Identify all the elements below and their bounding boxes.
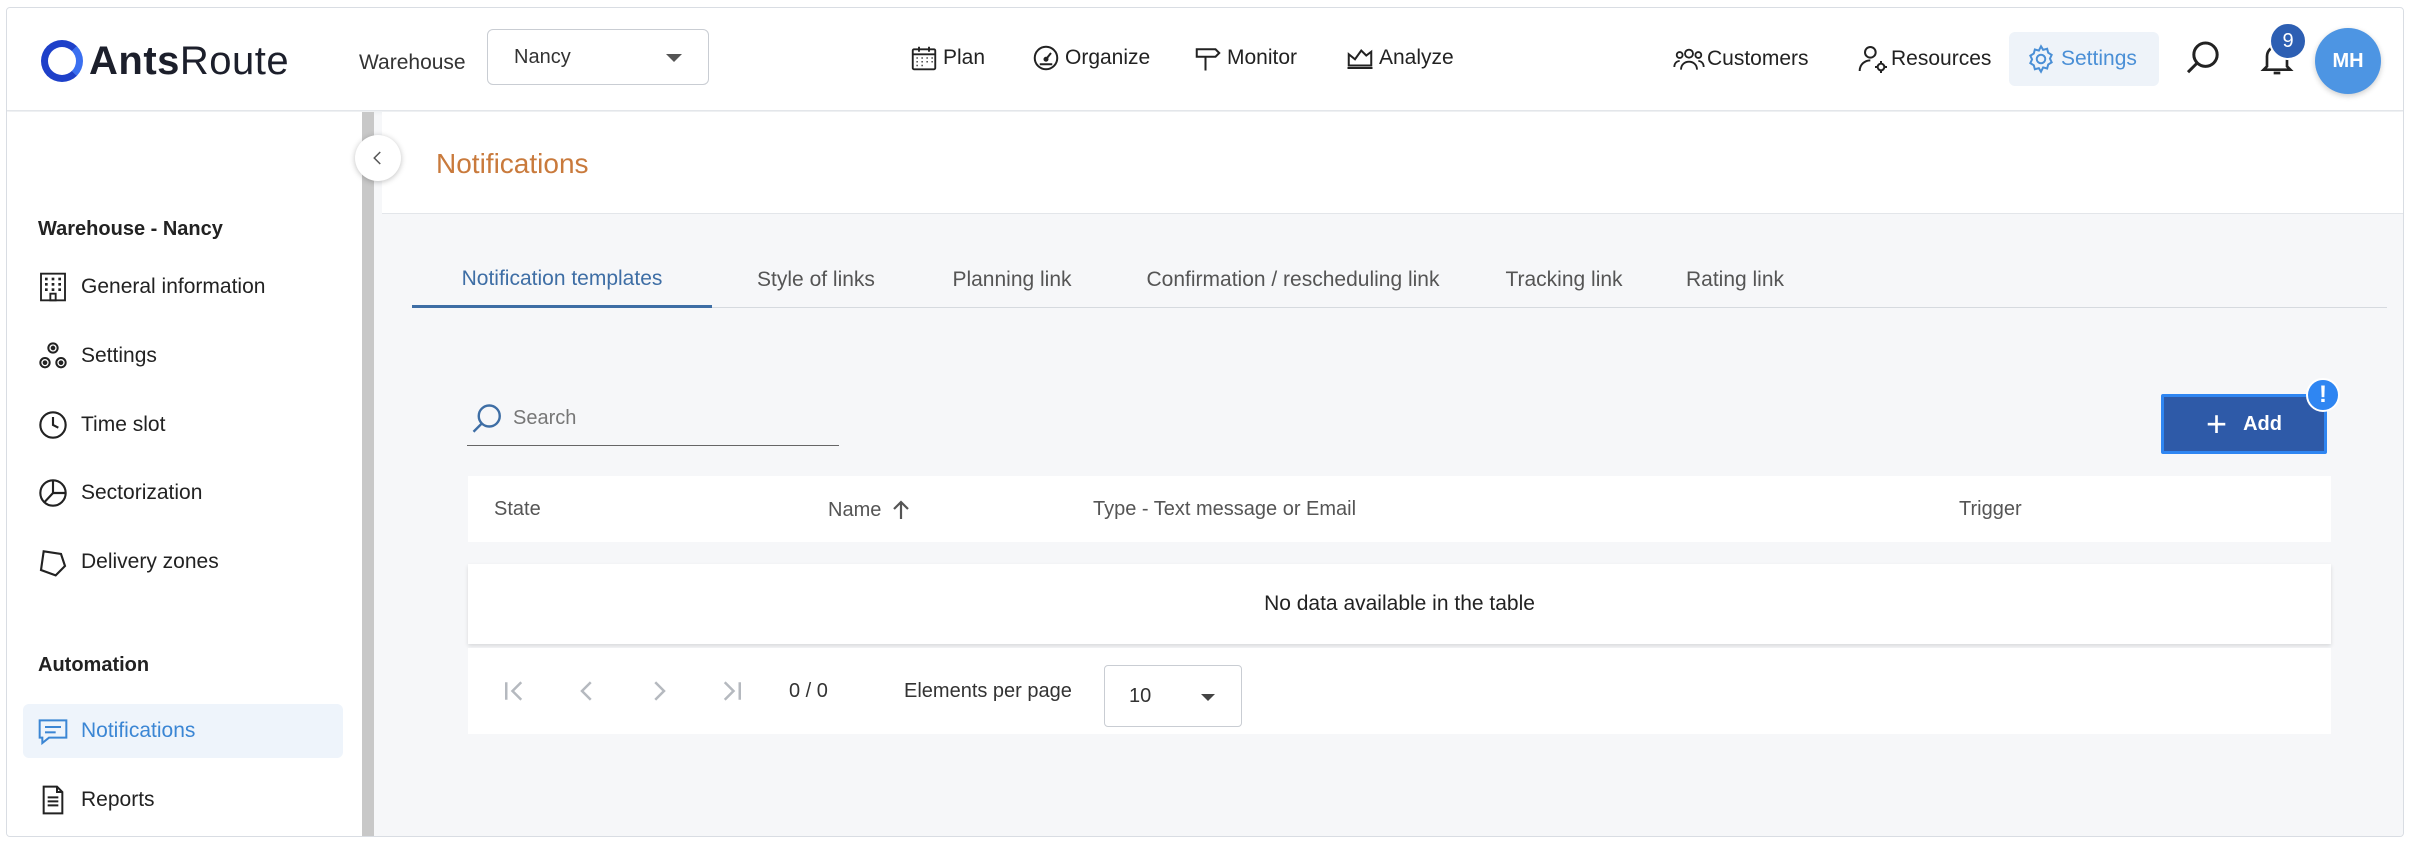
page-title: Notifications xyxy=(436,148,589,179)
warehouse-label: Warehouse xyxy=(359,51,466,74)
nav-organize[interactable]: Organize xyxy=(1031,43,1150,73)
tab-rating-link[interactable]: Rating link xyxy=(1660,252,1810,308)
nav-resources-label: Resources xyxy=(1891,47,1992,70)
first-page-icon[interactable] xyxy=(500,676,530,706)
sidebar-item-label: Settings xyxy=(81,344,157,367)
calendar-icon xyxy=(911,46,937,71)
search-field xyxy=(467,392,839,446)
gauge-icon xyxy=(1033,45,1059,71)
logo-mark-icon xyxy=(41,40,83,82)
nav-resources[interactable]: Resources xyxy=(1857,43,1991,75)
page-range: 0 / 0 xyxy=(789,680,828,702)
top-bar: AntsRoute Warehouse Nancy Plan Organize … xyxy=(7,8,2403,111)
pagination-bar: 0 / 0 Elements per page 10 xyxy=(468,648,2331,734)
column-header-name[interactable]: Name xyxy=(828,498,913,522)
building-icon xyxy=(40,272,66,302)
alert-icon: ! xyxy=(2306,378,2340,412)
message-icon xyxy=(38,719,68,746)
main-content: Notifications Notification templates Sty… xyxy=(382,112,2403,836)
last-page-icon[interactable] xyxy=(716,676,746,706)
nav-customers-label: Customers xyxy=(1707,47,1809,70)
chart-icon xyxy=(1347,48,1373,69)
caret-down-icon xyxy=(1201,694,1215,701)
sidebar-item-reports[interactable]: Reports xyxy=(23,773,343,827)
nav-analyze[interactable]: Analyze xyxy=(1345,43,1454,73)
sidebar-item-sectorization[interactable]: Sectorization xyxy=(23,466,343,520)
clock-icon xyxy=(39,411,67,439)
nav-monitor-label: Monitor xyxy=(1227,46,1298,69)
nav-analyze-label: Analyze xyxy=(1379,46,1454,69)
cogs-icon xyxy=(39,342,67,369)
nav-monitor[interactable]: Monitor xyxy=(1193,43,1297,73)
empty-table-message: No data available in the table xyxy=(468,564,2331,644)
sidebar-section-title-automation: Automation xyxy=(38,654,150,676)
tab-bar: Notification templates Style of links Pl… xyxy=(412,252,2387,308)
search-input[interactable] xyxy=(513,407,813,430)
sidebar-item-label: Notifications xyxy=(81,719,196,742)
app-window: AntsRoute Warehouse Nancy Plan Organize … xyxy=(6,7,2404,837)
pie-icon xyxy=(39,479,67,507)
sidebar-item-label: Sectorization xyxy=(81,481,203,504)
table-header: State Name Type - Text message or Email … xyxy=(468,476,2331,542)
customers-icon xyxy=(1673,48,1705,70)
sidebar-item-settings[interactable]: Settings xyxy=(23,329,343,383)
avatar[interactable]: MH xyxy=(2315,28,2381,94)
document-icon xyxy=(42,785,64,815)
polygon-icon xyxy=(39,550,67,577)
search-icon[interactable] xyxy=(2183,38,2223,78)
signpost-icon xyxy=(1195,48,1221,71)
page-title-bar: Notifications xyxy=(382,112,2403,214)
plus-icon: + xyxy=(2206,403,2228,444)
notification-badge[interactable]: 9 xyxy=(2269,22,2307,60)
sidebar-item-label: Time slot xyxy=(81,413,166,436)
sidebar-item-label: General information xyxy=(81,275,266,298)
chevron-left-icon xyxy=(373,151,381,165)
sidebar-item-label: Delivery zones xyxy=(81,550,219,573)
sidebar-item-general-information[interactable]: General information xyxy=(23,260,343,314)
previous-page-icon[interactable] xyxy=(572,676,602,706)
sidebar: Warehouse - Nancy General information Se… xyxy=(7,112,362,836)
nav-organize-label: Organize xyxy=(1065,46,1151,69)
add-button[interactable]: + Add xyxy=(2161,394,2327,454)
column-header-state[interactable]: State xyxy=(494,498,541,521)
sidebar-item-label: Reports xyxy=(81,788,155,811)
sidebar-collapse-button[interactable] xyxy=(355,135,401,181)
sidebar-item-delivery-zones[interactable]: Delivery zones xyxy=(23,535,343,589)
per-page-label: Elements per page xyxy=(904,680,1072,702)
tab-notification-templates[interactable]: Notification templates xyxy=(412,252,712,308)
resources-icon xyxy=(1858,45,1887,73)
caret-down-icon xyxy=(666,54,682,62)
nav-settings[interactable]: Settings xyxy=(2009,32,2159,86)
column-header-type[interactable]: Type - Text message or Email xyxy=(1093,498,1356,521)
per-page-value: 10 xyxy=(1129,684,1152,707)
nav-plan[interactable]: Plan xyxy=(909,43,985,73)
nav-customers[interactable]: Customers xyxy=(1673,43,1809,75)
warehouse-select[interactable]: Nancy xyxy=(487,29,709,85)
tab-planning-link[interactable]: Planning link xyxy=(922,252,1102,308)
search-icon xyxy=(472,403,501,433)
logo-text: AntsRoute xyxy=(89,38,290,83)
nav-settings-label: Settings xyxy=(2061,47,2137,70)
logo[interactable]: AntsRoute xyxy=(41,36,289,86)
gear-icon xyxy=(2029,44,2053,74)
tab-confirmation-rescheduling-link[interactable]: Confirmation / rescheduling link xyxy=(1118,252,1468,308)
sidebar-section-title-warehouse: Warehouse - Nancy xyxy=(38,218,223,240)
tab-style-of-links[interactable]: Style of links xyxy=(722,252,910,308)
sidebar-item-time-slot[interactable]: Time slot xyxy=(23,398,343,452)
add-button-label: Add xyxy=(2243,412,2282,435)
warehouse-select-value: Nancy xyxy=(514,45,571,68)
sort-ascending-icon xyxy=(893,500,910,519)
next-page-icon[interactable] xyxy=(644,676,674,706)
nav-plan-label: Plan xyxy=(943,46,986,69)
column-header-trigger[interactable]: Trigger xyxy=(1959,498,2022,521)
tab-tracking-link[interactable]: Tracking link xyxy=(1482,252,1646,308)
sidebar-scrollbar[interactable] xyxy=(362,112,374,836)
sidebar-item-notifications[interactable]: Notifications xyxy=(23,704,343,758)
per-page-select[interactable]: 10 xyxy=(1104,665,1242,727)
